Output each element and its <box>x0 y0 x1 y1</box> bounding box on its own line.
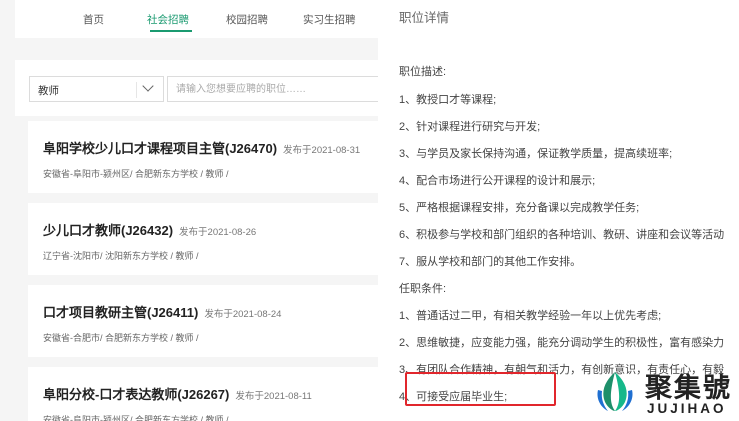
job-meta: 安徽省-阜阳市-颍州区/ 合肥新东方学校 / 教师 / <box>43 415 229 421</box>
job-date: 发布于2021-08-31 <box>283 145 361 156</box>
description-item: 1、教授口才等课程; <box>399 94 497 106</box>
job-meta: 辽宁省-沈阳市/ 沈阳新东方学校 / 教师 / <box>43 251 199 261</box>
job-meta: 安徽省-合肥市/ 合肥新东方学校 / 教师 / <box>43 333 199 343</box>
nav-intern-recruitment[interactable]: 实习生招聘 <box>303 12 356 27</box>
chevron-down-icon[interactable] <box>142 80 154 92</box>
description-item: 5、严格根据课程安排，充分备课以完成教学任务; <box>399 202 640 214</box>
job-card[interactable]: 少儿口才教师(J26432) 发布于2021-08-26 辽宁省-沈阳市/ 沈阳新… <box>28 203 378 275</box>
description-item: 7、服从学校和部门的其他工作安排。 <box>399 256 582 268</box>
description-item: 3、与学员及家长保持沟通，保证教学质量，提高续班率; <box>399 148 673 160</box>
job-date: 发布于2021-08-26 <box>179 227 257 238</box>
job-card[interactable]: 口才项目教研主管(J26411) 发布于2021-08-24 安徽省-合肥市/ 合… <box>28 285 378 357</box>
job-title[interactable]: 口才项目教研主管(J26411) <box>43 305 198 320</box>
description-heading: 职位描述: <box>399 66 447 78</box>
nav-campus-recruitment[interactable]: 校园招聘 <box>226 12 268 27</box>
top-nav: 首页 社会招聘 校园招聘 实习生招聘 <box>15 0 378 38</box>
jujihao-logo: 聚集號 JUJIHAO <box>592 362 739 421</box>
job-list-panel: 首页 社会招聘 校园招聘 实习生招聘 教师 阜阳学校少儿口才课程项目主管(J26… <box>0 0 378 421</box>
nav-home[interactable]: 首页 <box>83 12 104 27</box>
category-select[interactable]: 教师 <box>29 76 164 102</box>
job-title-line: 少儿口才教师(J26432) 发布于2021-08-26 <box>43 220 256 239</box>
job-title-line: 口才项目教研主管(J26411) 发布于2021-08-24 <box>43 302 281 321</box>
description-item: 2、针对课程进行研究与开发; <box>399 121 541 133</box>
select-divider <box>136 82 137 98</box>
requirement-item: 1、普通话过二甲，有相关教学经验一年以上优先考虑; <box>399 310 662 322</box>
requirements-heading: 任职条件: <box>399 283 447 295</box>
job-card[interactable]: 阜阳学校少儿口才课程项目主管(J26470) 发布于2021-08-31 安徽省-… <box>28 121 378 193</box>
description-item: 6、积极参与学校和部门组织的各种培训、教研、讲座和会议等活动 <box>399 229 725 241</box>
job-card[interactable]: 阜阳分校-口才表达教师(J26267) 发布于2021-08-11 安徽省-阜阳市… <box>28 367 378 421</box>
requirement-item: 2、思维敏捷，应变能力强，能充分调动学生的积极性，富有感染力 <box>399 337 725 349</box>
job-title[interactable]: 阜阳学校少儿口才课程项目主管(J26470) <box>43 141 277 156</box>
job-title[interactable]: 少儿口才教师(J26432) <box>43 223 173 238</box>
job-date: 发布于2021-08-11 <box>235 391 312 402</box>
logo-name: 聚集號 <box>645 373 732 404</box>
nav-social-recruitment[interactable]: 社会招聘 <box>147 12 189 27</box>
job-search-input[interactable] <box>167 76 378 102</box>
highlight-annotation-box <box>405 372 556 406</box>
job-title-line: 阜阳学校少儿口才课程项目主管(J26470) 发布于2021-08-31 <box>43 138 360 157</box>
filter-bar: 教师 <box>15 60 378 116</box>
category-select-value: 教师 <box>38 85 59 97</box>
logo-mark-icon <box>597 372 633 411</box>
description-item: 4、配合市场进行公开课程的设计和展示; <box>399 175 596 187</box>
job-meta: 安徽省-阜阳市-颍州区/ 合肥新东方学校 / 教师 / <box>43 169 229 179</box>
logo-subtitle: JUJIHAO <box>647 401 727 416</box>
job-date: 发布于2021-08-24 <box>204 309 282 320</box>
job-title-line: 阜阳分校-口才表达教师(J26267) 发布于2021-08-11 <box>43 384 312 403</box>
active-tab-underline <box>150 30 192 32</box>
detail-title: 职位详情 <box>399 11 450 25</box>
job-title[interactable]: 阜阳分校-口才表达教师(J26267) <box>43 387 229 402</box>
job-detail-panel: 职位详情 职位描述: 1、教授口才等课程; 2、针对课程进行研究与开发; 3、与… <box>378 0 739 421</box>
